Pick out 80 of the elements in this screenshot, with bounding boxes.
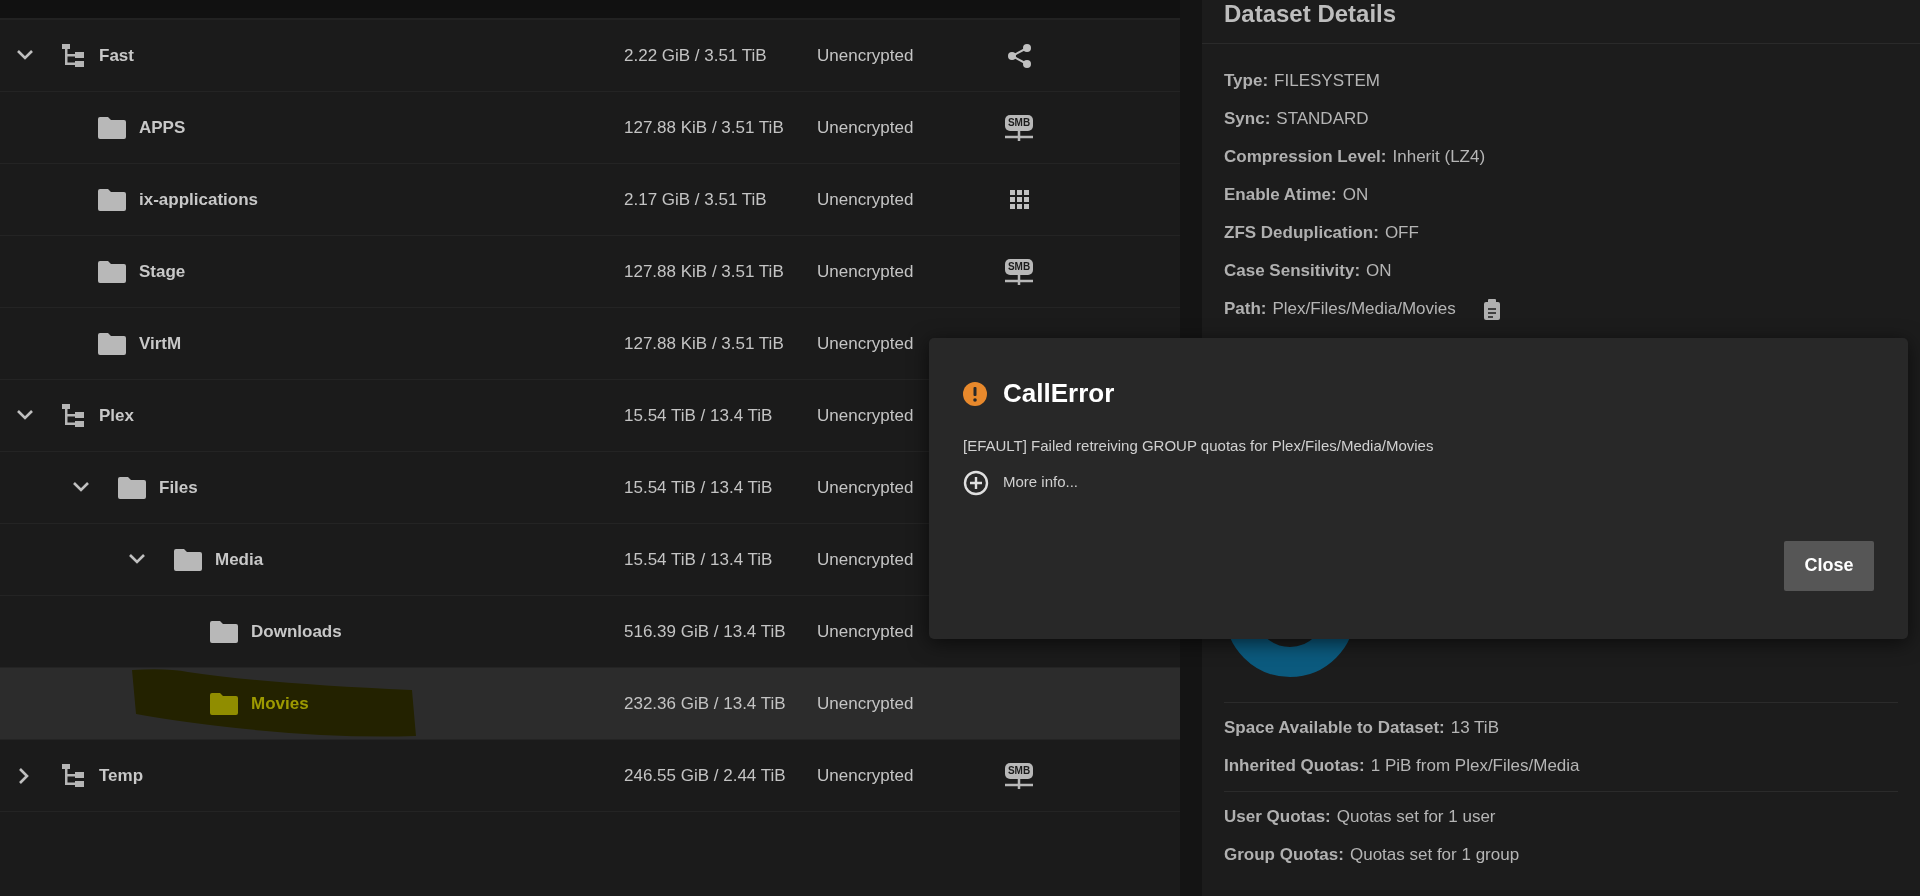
dataset-name: ix-applications bbox=[139, 188, 259, 211]
field-value: STANDARD bbox=[1276, 108, 1369, 131]
field-value: FILESYSTEM bbox=[1274, 70, 1380, 93]
encryption-status: Unencrypted bbox=[817, 117, 914, 137]
field-label: Inherited Quotas: bbox=[1224, 755, 1365, 778]
field-value: OFF bbox=[1384, 222, 1419, 245]
tree-row[interactable]: Stage 127.88 KiB / 3.51 TiB Unencrypted SMB bbox=[0, 236, 1180, 308]
field-label: Space Available to Dataset: bbox=[1224, 717, 1445, 740]
field-label: ZFS Deduplication: bbox=[1224, 222, 1379, 245]
folder-icon bbox=[210, 620, 238, 643]
field-value: ON bbox=[1342, 184, 1369, 207]
dataset-name: APPS bbox=[139, 116, 186, 139]
tree-row[interactable]: Movies 232.36 GiB / 13.4 TiB Unencrypted bbox=[0, 668, 1180, 740]
dataset-name: Downloads bbox=[251, 620, 342, 643]
dialog-title: CallError bbox=[1003, 378, 1115, 410]
used-space: 15.54 TiB / 13.4 TiB bbox=[624, 548, 774, 571]
field-value: 13 TiB bbox=[1450, 717, 1499, 740]
pool-tree-icon bbox=[62, 44, 86, 67]
encryption-status: Unencrypted bbox=[817, 261, 914, 281]
field-label: Enable Atime: bbox=[1224, 184, 1337, 207]
field-label: Case Sensitivity: bbox=[1224, 260, 1361, 283]
used-space: 2.17 GiB / 3.51 TiB bbox=[624, 188, 768, 211]
field-label: Path: bbox=[1224, 298, 1267, 321]
folder-icon bbox=[118, 476, 146, 499]
more-info-button[interactable]: More info... bbox=[963, 469, 1079, 496]
field-value: 1 PiB from Plex/Files/Media bbox=[1370, 755, 1580, 778]
plus-circle-icon[interactable] bbox=[963, 469, 989, 496]
share-icon[interactable] bbox=[1006, 42, 1032, 69]
apps-grid-icon[interactable] bbox=[1009, 190, 1029, 209]
field-value: Quotas set for 1 group bbox=[1349, 844, 1520, 867]
field-label: Sync: bbox=[1224, 108, 1271, 131]
dataset-name: Media bbox=[215, 548, 264, 571]
dataset-name: Temp bbox=[99, 764, 144, 787]
folder-icon bbox=[174, 548, 202, 571]
dataset-name: Fast bbox=[99, 44, 134, 67]
used-space: 232.36 GiB / 13.4 TiB bbox=[624, 692, 787, 715]
panel-title: Dataset Details bbox=[1224, 0, 1397, 29]
encryption-status: Unencrypted bbox=[817, 693, 914, 713]
close-button[interactable]: Close bbox=[1784, 540, 1874, 591]
tree-row[interactable]: Fast 2.22 GiB / 3.51 TiB Unencrypted bbox=[0, 20, 1180, 92]
used-space: 15.54 TiB / 13.4 TiB bbox=[624, 404, 774, 427]
used-space: 127.88 KiB / 3.51 TiB bbox=[624, 116, 785, 139]
folder-icon bbox=[98, 116, 126, 139]
tree-row[interactable]: Temp 246.55 GiB / 2.44 TiB Unencrypted SMB bbox=[0, 740, 1180, 812]
used-space: 516.39 GiB / 13.4 TiB bbox=[624, 620, 787, 643]
dataset-name: Stage bbox=[139, 260, 186, 283]
encryption-status: Unencrypted bbox=[817, 45, 914, 65]
field-value: Inherit (LZ4) bbox=[1392, 146, 1486, 169]
dataset-name: Files bbox=[159, 476, 198, 499]
used-space: 246.55 GiB / 2.44 TiB bbox=[624, 764, 787, 787]
field-label: User Quotas: bbox=[1224, 806, 1331, 829]
used-space: 127.88 KiB / 3.51 TiB bbox=[624, 260, 785, 283]
folder-icon bbox=[98, 188, 126, 211]
folder-icon bbox=[98, 260, 126, 283]
field-label: Group Quotas: bbox=[1224, 844, 1344, 867]
field-value: Quotas set for 1 user bbox=[1336, 806, 1496, 829]
field-label: Compression Level: bbox=[1224, 146, 1387, 169]
field-value: Plex/Files/Media/Movies bbox=[1272, 298, 1456, 321]
field-label: Type: bbox=[1224, 70, 1269, 93]
warning-icon bbox=[963, 381, 987, 406]
encryption-status: Unencrypted bbox=[817, 621, 914, 641]
tree-row[interactable]: APPS 127.88 KiB / 3.51 TiB Unencrypted SMB bbox=[0, 92, 1180, 164]
dataset-name: VirtM bbox=[139, 332, 182, 355]
encryption-status: Unencrypted bbox=[817, 405, 914, 425]
encryption-status: Unencrypted bbox=[817, 549, 914, 569]
used-space: 127.88 KiB / 3.51 TiB bbox=[624, 332, 785, 355]
pool-tree-icon bbox=[62, 404, 86, 427]
encryption-status: Unencrypted bbox=[817, 333, 914, 353]
encryption-status: Unencrypted bbox=[817, 189, 914, 209]
dataset-name: Plex bbox=[99, 404, 134, 427]
field-value: ON bbox=[1366, 260, 1392, 283]
pool-tree-icon bbox=[62, 764, 86, 787]
used-space: 15.54 TiB / 13.4 TiB bbox=[624, 476, 774, 499]
encryption-status: Unencrypted bbox=[817, 477, 914, 497]
copy-clipboard-icon[interactable] bbox=[1483, 298, 1500, 320]
encryption-status: Unencrypted bbox=[817, 765, 914, 785]
folder-icon bbox=[98, 332, 126, 355]
dataset-name: Movies bbox=[251, 692, 309, 715]
used-space: 2.22 GiB / 3.51 TiB bbox=[624, 44, 768, 67]
tree-row[interactable]: ix-applications 2.17 GiB / 3.51 TiB Unencrypted bbox=[0, 164, 1180, 236]
